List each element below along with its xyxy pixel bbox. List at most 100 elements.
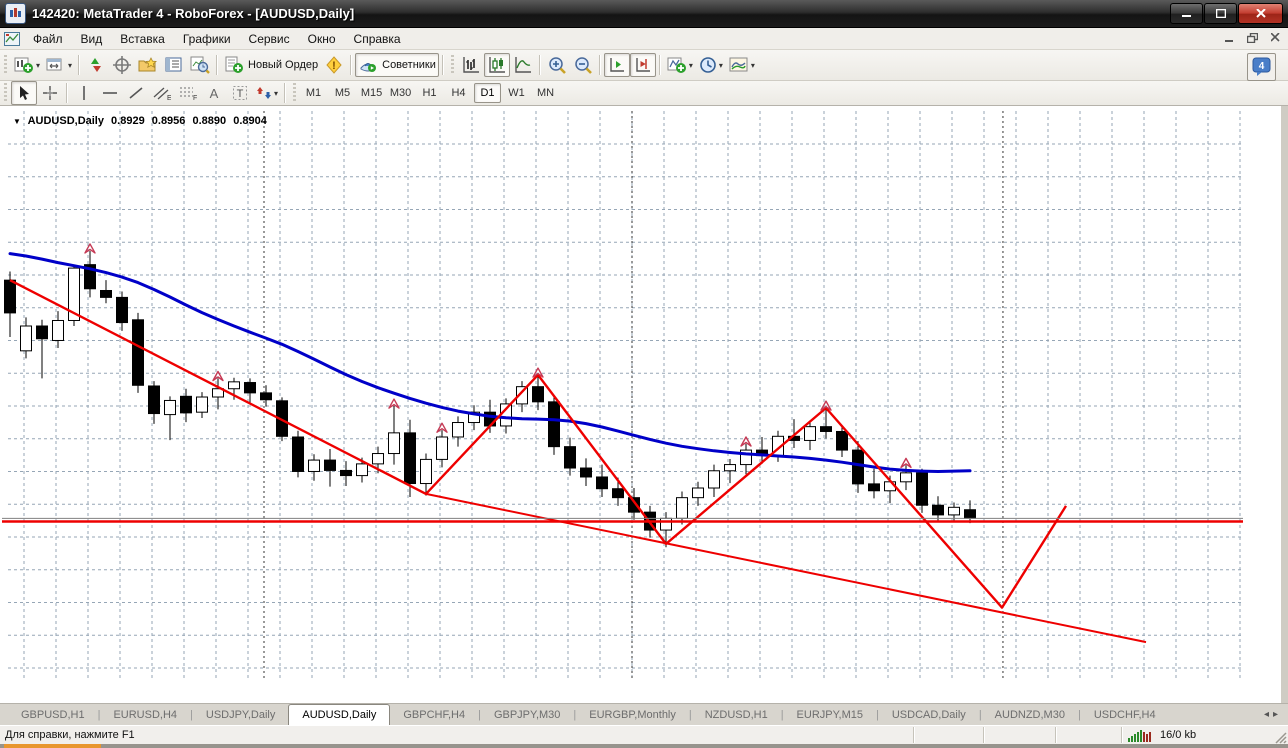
timeframe-m15-button[interactable]: M15 <box>358 83 385 103</box>
chart-tab-eurjpy-m15[interactable]: EURJPY,M15 <box>784 706 876 725</box>
community-button[interactable]: 4 <box>1247 53 1276 81</box>
auto-scroll-button[interactable] <box>603 53 630 77</box>
text-label-tool-button[interactable]: T <box>227 81 253 105</box>
chart-tab-eurgbp-monthly[interactable]: EURGBP,Monthly <box>576 706 689 725</box>
chart-tab-nzdusd-h1[interactable]: NZDUSD,H1 <box>692 706 781 725</box>
strategy-tester-button[interactable] <box>187 53 213 77</box>
chart-tab-usdjpy-daily[interactable]: USDJPY,Daily <box>193 706 289 725</box>
timeframe-h4-button[interactable]: H4 <box>445 83 472 103</box>
crosshair-tool-button[interactable] <box>37 81 63 105</box>
status-separator <box>983 727 985 743</box>
indicators-button[interactable]: ▾ <box>664 53 696 77</box>
zoom-in-button[interactable] <box>544 53 570 77</box>
ohlc-high: 0.8956 <box>151 115 186 127</box>
bar-chart-mode-button[interactable] <box>458 53 484 77</box>
market-watch-button[interactable] <box>83 53 109 77</box>
new-chart-button[interactable]: ▾ <box>11 53 43 77</box>
menu-item-1[interactable]: Вид <box>72 30 112 48</box>
drawing-toolbar: E F A T ▾ M1 M5 M15 M30 H1 H4 D1 W1 MN <box>0 81 1288 106</box>
chart-tab-gbpchf-h4[interactable]: GBPCHF,H4 <box>390 706 478 725</box>
toolbar-grip[interactable] <box>291 83 299 103</box>
chart-tab-audusd-daily[interactable]: AUDUSD,Daily <box>288 704 391 725</box>
tab-scroll-right-icon: ▸ <box>1272 709 1282 720</box>
vertical-line-tool-button[interactable] <box>71 81 97 105</box>
chevron-down-icon: ▾ <box>688 60 693 70</box>
mdi-minimize-button[interactable] <box>1221 30 1238 45</box>
svg-text:!: ! <box>332 60 336 72</box>
chevron-down-icon: ▾ <box>36 60 41 70</box>
mdi-close-button[interactable] <box>1267 30 1284 45</box>
tab-scroll-left-icon: ◂ <box>1263 709 1273 720</box>
templates-button[interactable]: ▾ <box>726 53 758 77</box>
candlestick-mode-button[interactable] <box>483 53 510 77</box>
minimize-button[interactable] <box>1170 3 1203 24</box>
fibonacci-tool-button[interactable]: F <box>175 81 201 105</box>
profiles-button[interactable]: ▾ <box>43 53 75 77</box>
metaeditor-button[interactable]: ! <box>321 53 347 77</box>
toolbar-separator <box>284 83 287 103</box>
menu-item-4[interactable]: Сервис <box>240 30 299 48</box>
toolbar-grip[interactable] <box>2 55 9 75</box>
horizontal-line-tool-button[interactable] <box>97 81 123 105</box>
periods-button[interactable]: ▾ <box>696 53 726 77</box>
label-letter: T <box>237 88 244 100</box>
timeframe-w1-button[interactable]: W1 <box>503 83 530 103</box>
expert-advisors-button[interactable]: Советники <box>355 53 439 77</box>
chart-tab-audnzd-m30[interactable]: AUDNZD,M30 <box>982 706 1078 725</box>
standard-toolbar: ▾ ▾ Новый Ордер ! Советники ▾ ▾ ▾ <box>0 50 1288 81</box>
chart-tab-gbpusd-h1[interactable]: GBPUSD,H1 <box>8 706 98 725</box>
toolbar-separator <box>66 83 68 103</box>
menu-item-2[interactable]: Вставка <box>111 30 174 48</box>
chart-tabs-bar: GBPUSD,H1 | EURUSD,H4 | USDJPY,Daily AUDUSD,D… <box>0 703 1288 725</box>
timeframe-d1-button[interactable]: D1 <box>474 83 502 103</box>
progress-indicator <box>4 744 101 748</box>
toolbar-separator <box>538 55 541 75</box>
toolbar-grip[interactable] <box>2 83 9 103</box>
new-order-button[interactable]: Новый Ордер <box>221 53 321 77</box>
mdi-restore-button[interactable] <box>1244 30 1261 45</box>
timeframe-m30-button[interactable]: M30 <box>387 83 414 103</box>
data-window-button[interactable] <box>109 53 135 77</box>
text-tool-button[interactable]: A <box>201 81 227 105</box>
menu-item-0[interactable]: Файл <box>24 30 72 48</box>
traffic-counter: 16/0 kb <box>1160 729 1197 741</box>
channel-tool-button[interactable]: E <box>149 81 175 105</box>
chart-area[interactable]: ▼ AUDUSD,Daily 0.8929 0.8956 0.8890 0.89… <box>0 106 1288 703</box>
zoom-out-button[interactable] <box>570 53 596 77</box>
timeframe-m5-button[interactable]: M5 <box>329 83 356 103</box>
maximize-button[interactable] <box>1204 3 1237 24</box>
chart-background <box>0 106 1288 703</box>
toolbar-separator <box>350 55 353 75</box>
line-chart-mode-button[interactable] <box>510 53 536 77</box>
timeframe-mn-button[interactable]: MN <box>532 83 559 103</box>
menu-item-5[interactable]: Окно <box>299 30 345 48</box>
resize-grip[interactable] <box>1273 730 1287 744</box>
chart-tab-eurusd-h4[interactable]: EURUSD,H4 <box>100 706 190 725</box>
status-bar: Для справки, нажмите F1 16/0 kb <box>0 725 1288 744</box>
terminal-button[interactable] <box>161 53 187 77</box>
chart-tab-usdcad-daily[interactable]: USDCAD,Daily <box>879 706 979 725</box>
symbol-collapse-icon[interactable]: ▼ <box>13 117 21 126</box>
chart-tab-usdchf-h4[interactable]: USDCHF,H4 <box>1081 706 1169 725</box>
close-button[interactable] <box>1238 3 1283 24</box>
timeframe-m1-button[interactable]: M1 <box>300 83 327 103</box>
expert-advisors-label: Советники <box>382 59 436 71</box>
fibo-letter: F <box>193 95 197 101</box>
trendline-tool-button[interactable] <box>123 81 149 105</box>
chart-window-icon <box>4 31 24 47</box>
toolbar-grip[interactable] <box>448 55 456 75</box>
ohlc-close: 0.8904 <box>233 115 267 127</box>
price-chart[interactable] <box>0 106 1288 703</box>
navigator-button[interactable] <box>135 53 161 77</box>
toolbar-separator <box>216 55 219 75</box>
timeframe-h1-button[interactable]: H1 <box>416 83 443 103</box>
chart-shift-button[interactable] <box>629 53 656 77</box>
menu-item-6[interactable]: Справка <box>345 30 410 48</box>
tab-scroll-arrows[interactable]: ◂▸ <box>1264 709 1282 720</box>
arrows-tool-button[interactable]: ▾ <box>253 81 281 105</box>
toolbar-separator <box>441 55 444 75</box>
menu-item-3[interactable]: Графики <box>174 30 240 48</box>
cursor-tool-button[interactable] <box>11 81 37 105</box>
chart-tab-gbpjpy-m30[interactable]: GBPJPY,M30 <box>481 706 573 725</box>
chart-symbol-period: AUDUSD,Daily <box>27 115 104 127</box>
